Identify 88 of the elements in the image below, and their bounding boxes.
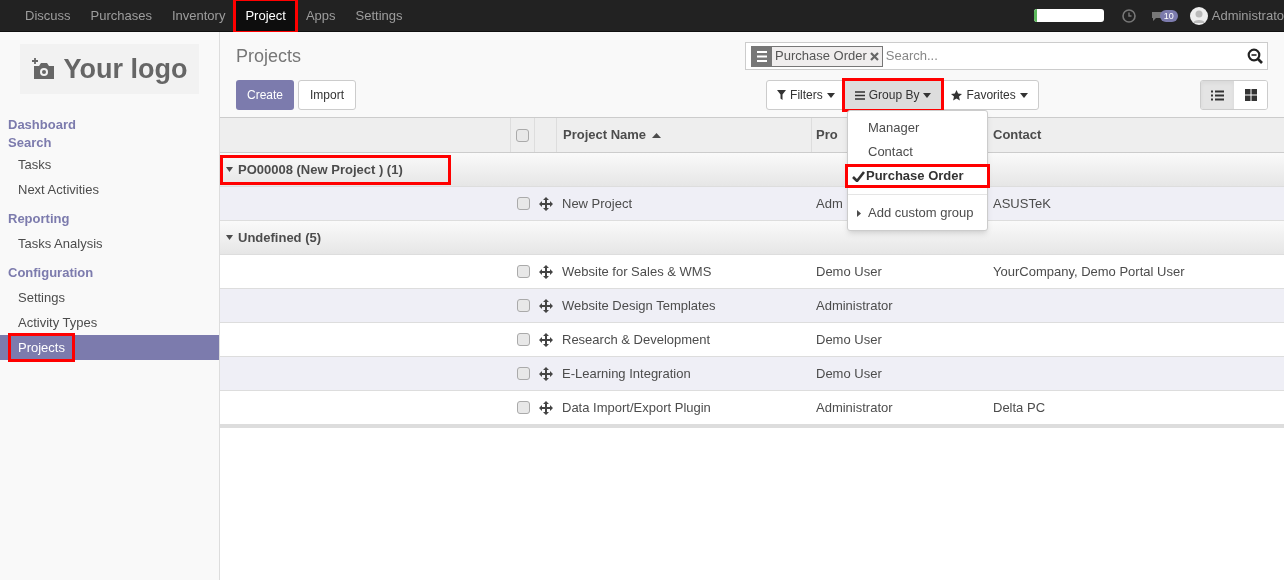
table-cell: Delta PC: [993, 399, 1046, 415]
table-cell: E-Learning Integration: [562, 365, 691, 381]
close-icon[interactable]: [869, 51, 879, 61]
menu-item[interactable]: Purchase Order: [845, 164, 990, 188]
avatar-icon[interactable]: [1189, 6, 1208, 25]
table-cell: Demo User: [816, 331, 882, 347]
checkbox[interactable]: [516, 401, 530, 414]
facet-label: Purchase Order: [774, 47, 868, 66]
sidebar-item[interactable]: Projects: [8, 332, 75, 363]
clock-icon[interactable]: [1121, 8, 1136, 23]
sidebar-heading[interactable]: Reporting: [8, 209, 70, 229]
menu-tab[interactable]: Apps: [295, 0, 346, 32]
checkbox[interactable]: [516, 333, 530, 346]
table-cell: New Project: [562, 195, 633, 211]
move-icon[interactable]: [539, 196, 553, 211]
move-icon[interactable]: [539, 298, 553, 313]
bars-icon: [854, 90, 865, 100]
chat-icon[interactable]: [1151, 10, 1162, 21]
table-cell: Administrator: [816, 399, 893, 415]
caret-icon: [857, 209, 861, 217]
table-cell: YourCompany, Demo Portal User: [993, 263, 1185, 279]
move-icon[interactable]: [539, 400, 553, 415]
kanban-view-button[interactable]: [1234, 81, 1267, 109]
menu-tab[interactable]: Settings: [345, 0, 413, 32]
menu-tab[interactable]: Purchases: [80, 0, 162, 32]
table-cell: Administrator: [816, 297, 893, 313]
search-icon[interactable]: [1247, 48, 1263, 64]
search-input[interactable]: Search...: [885, 46, 1247, 66]
group-by-button[interactable]: Group By: [844, 81, 942, 109]
sort-icon: [652, 132, 662, 138]
group-label[interactable]: Undefined (5): [220, 227, 322, 248]
move-icon[interactable]: [539, 366, 553, 381]
table-cell: Demo User: [816, 365, 882, 381]
breadcrumb: Projects: [236, 44, 302, 68]
checkbox[interactable]: [516, 197, 530, 210]
sidebar-item[interactable]: Activity Types: [18, 312, 98, 333]
table-row[interactable]: Website Design Templates Administrator: [220, 289, 1284, 323]
table-cell: ASUSTeK: [993, 195, 1051, 211]
sidebar-heading[interactable]: Search: [8, 133, 52, 153]
sidebar-item[interactable]: Settings: [18, 287, 65, 308]
favorites-button[interactable]: Favorites: [941, 81, 1038, 109]
import-button[interactable]: Import: [298, 80, 357, 110]
sidebar-heading[interactable]: Configuration: [8, 263, 94, 283]
menu-tab[interactable]: Project: [235, 0, 296, 32]
table-cell: Data Import/Export Plugin: [562, 399, 711, 415]
table-cell: Website Design Templates: [562, 297, 716, 313]
column-header[interactable]: Contact: [985, 118, 1284, 152]
checkbox[interactable]: [516, 299, 530, 312]
search-facet[interactable]: Purchase Order: [751, 45, 883, 67]
search-field[interactable]: Purchase Order Search...: [745, 42, 1268, 70]
sidebar-item[interactable]: Next Activities: [18, 179, 99, 200]
menu-tab[interactable]: Discuss: [15, 0, 81, 32]
checkbox[interactable]: [516, 128, 529, 142]
move-icon[interactable]: [539, 332, 553, 347]
grid-icon: [1244, 89, 1257, 101]
group-label[interactable]: PO00008 (New Project ) (1): [220, 154, 451, 185]
table-cell: Demo User: [816, 263, 882, 279]
message-count: 10: [1159, 9, 1178, 22]
create-button[interactable]: Create: [236, 80, 295, 110]
check-icon: [852, 170, 865, 182]
table-cell: Research & Development: [562, 331, 711, 347]
caret-icon: [226, 234, 233, 241]
table-cell: Website for Sales & WMS: [562, 263, 712, 279]
user-name[interactable]: Administrato: [1211, 5, 1284, 26]
list-icon: [752, 45, 772, 67]
caret-icon: [923, 92, 932, 98]
caret-icon: [1019, 92, 1028, 98]
group-row[interactable]: Undefined (5): [220, 221, 1284, 255]
sidebar-heading[interactable]: Dashboard: [8, 115, 76, 135]
filter-icon: [777, 90, 787, 100]
caret-icon: [226, 166, 233, 173]
list-icon: [1211, 89, 1224, 101]
menu-tab[interactable]: Inventory: [161, 0, 236, 32]
menu-item[interactable]: Manager: [848, 116, 987, 140]
logo-text: Your logo: [63, 52, 188, 86]
checkbox[interactable]: [516, 367, 530, 380]
sidebar-item[interactable]: Tasks Analysis: [18, 233, 103, 254]
move-icon[interactable]: [539, 264, 553, 279]
table-cell: Adm: [816, 195, 843, 211]
star-icon: [951, 89, 963, 101]
list-view-button[interactable]: [1201, 81, 1234, 109]
column-header[interactable]: Project Name: [557, 118, 812, 152]
caret-icon: [826, 92, 835, 98]
checkbox[interactable]: [516, 265, 530, 278]
filters-button[interactable]: Filters: [767, 81, 845, 109]
sidebar-item[interactable]: Tasks: [18, 154, 52, 175]
camera-icon: [31, 58, 56, 80]
table-row[interactable]: E-Learning Integration Demo User: [220, 357, 1284, 391]
